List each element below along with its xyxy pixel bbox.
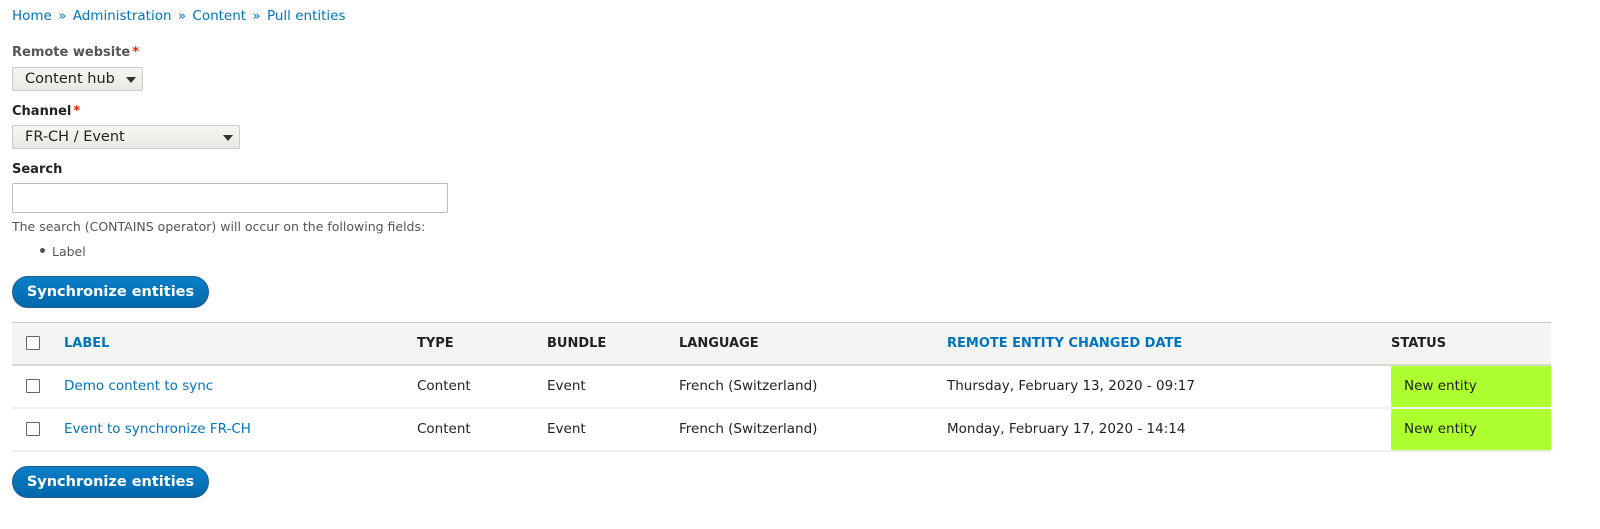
row-checkbox[interactable] bbox=[26, 379, 40, 393]
breadcrumb-pull-entities[interactable]: Pull entities bbox=[267, 8, 346, 24]
header-type: TYPE bbox=[417, 335, 454, 351]
entity-type: Content bbox=[417, 421, 471, 437]
chevron-down-icon bbox=[223, 135, 233, 141]
select-all-checkbox[interactable] bbox=[26, 336, 40, 351]
entity-bundle: Event bbox=[547, 421, 586, 437]
select-all-cell bbox=[12, 323, 64, 365]
required-marker: * bbox=[73, 104, 81, 119]
breadcrumb-separator: » bbox=[58, 8, 67, 24]
table-header-row: LABEL TYPE BUNDLE LANGUAGE REMOTE ENTITY… bbox=[12, 322, 1551, 365]
status-badge: New entity bbox=[1391, 364, 1551, 408]
table-row: Demo content to sync Content Event Frenc… bbox=[12, 364, 1551, 408]
chevron-down-icon bbox=[126, 77, 136, 83]
remote-website-select[interactable]: Content hub bbox=[12, 67, 143, 91]
row-select-cell bbox=[12, 365, 64, 408]
breadcrumb-separator: » bbox=[177, 8, 187, 24]
entity-language: French (Switzerland) bbox=[679, 378, 818, 394]
status-badge: New entity bbox=[1391, 407, 1551, 451]
synchronize-entities-button-bottom[interactable]: Synchronize entities bbox=[12, 466, 209, 498]
channel-label: Channel * bbox=[12, 104, 80, 119]
header-changed-date[interactable]: REMOTE ENTITY CHANGED DATE bbox=[947, 323, 1391, 365]
entity-type: Content bbox=[417, 378, 471, 394]
remote-website-value: Content hub bbox=[25, 71, 115, 87]
row-checkbox[interactable] bbox=[26, 422, 40, 436]
entity-label-link[interactable]: Demo content to sync bbox=[64, 378, 213, 394]
remote-website-label: Remote website * bbox=[12, 45, 139, 60]
channel-select[interactable]: FR-CH / Event bbox=[12, 125, 240, 149]
header-language: LANGUAGE bbox=[679, 335, 759, 351]
bullet-icon bbox=[40, 248, 45, 253]
entities-table: LABEL TYPE BUNDLE LANGUAGE REMOTE ENTITY… bbox=[12, 322, 1551, 452]
remote-website-label-text: Remote website bbox=[12, 45, 131, 60]
breadcrumb: Home » Administration » Content » Pull e… bbox=[12, 8, 346, 24]
entity-label-link[interactable]: Event to synchronize FR-CH bbox=[64, 421, 251, 437]
header-label[interactable]: LABEL bbox=[64, 323, 417, 365]
channel-value: FR-CH / Event bbox=[25, 129, 125, 145]
required-marker: * bbox=[132, 45, 140, 60]
entity-language: French (Switzerland) bbox=[679, 421, 818, 437]
breadcrumb-home[interactable]: Home bbox=[12, 8, 52, 24]
synchronize-entities-button-top[interactable]: Synchronize entities bbox=[12, 276, 209, 308]
channel-label-text: Channel bbox=[12, 104, 72, 119]
entity-changed-date: Monday, February 17, 2020 - 14:14 bbox=[947, 421, 1186, 437]
search-label: Search bbox=[12, 162, 63, 177]
search-field-item: Label bbox=[40, 244, 86, 259]
search-input[interactable] bbox=[12, 183, 448, 213]
breadcrumb-administration[interactable]: Administration bbox=[73, 8, 172, 24]
breadcrumb-separator: » bbox=[252, 8, 261, 24]
entity-changed-date: Thursday, February 13, 2020 - 09:17 bbox=[947, 378, 1195, 394]
table-row: Event to synchronize FR-CH Content Event… bbox=[12, 407, 1551, 451]
breadcrumb-content[interactable]: Content bbox=[192, 8, 246, 24]
header-status: STATUS bbox=[1391, 335, 1447, 351]
entity-bundle: Event bbox=[547, 378, 586, 394]
search-field-label: Label bbox=[52, 244, 86, 259]
search-description: The search (CONTAINS operator) will occu… bbox=[12, 219, 426, 234]
row-select-cell bbox=[12, 408, 64, 451]
header-bundle: BUNDLE bbox=[547, 335, 607, 351]
